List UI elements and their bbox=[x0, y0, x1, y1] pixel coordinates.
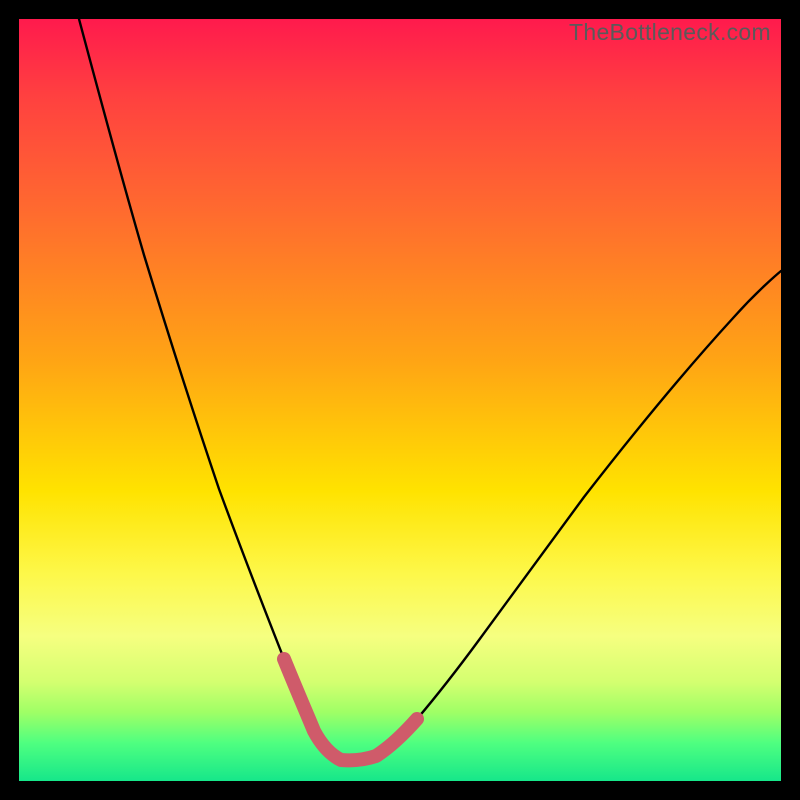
bottleneck-curve bbox=[79, 19, 781, 760]
watermark-text: TheBottleneck.com bbox=[569, 19, 771, 46]
thick-segment bbox=[284, 659, 417, 760]
chart-frame: TheBottleneck.com bbox=[19, 19, 781, 781]
chart-svg bbox=[19, 19, 781, 781]
